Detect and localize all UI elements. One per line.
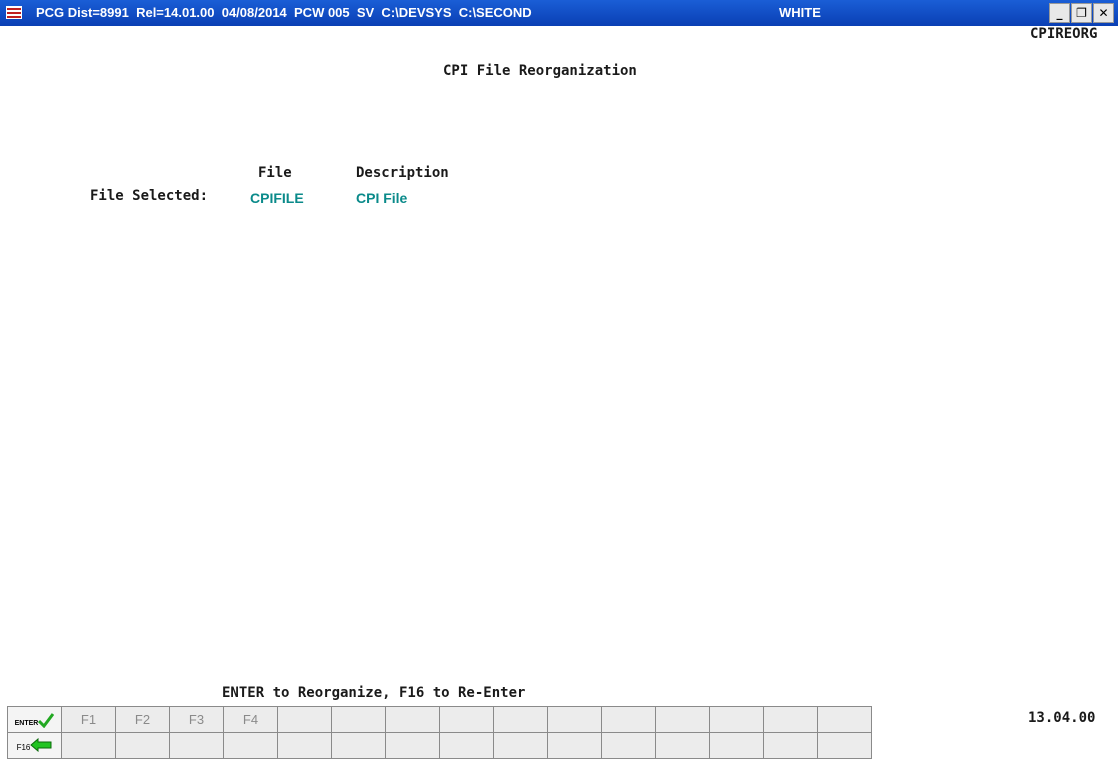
close-button[interactable]: ✕ bbox=[1093, 3, 1114, 23]
function-key-bar: ENTER F1 F2 F3 F4 F16 bbox=[7, 706, 872, 759]
fkey-blank-button[interactable] bbox=[817, 732, 872, 759]
fkey-blank-button[interactable] bbox=[439, 706, 494, 733]
fkey-blank-button[interactable] bbox=[763, 706, 818, 733]
file-column-header: File bbox=[258, 165, 292, 181]
fkey-blank-button[interactable] bbox=[763, 732, 818, 759]
f16-key-button[interactable]: F16 bbox=[7, 732, 62, 759]
fkey-blank-button[interactable] bbox=[655, 706, 710, 733]
fkey-blank-button[interactable] bbox=[331, 732, 386, 759]
fkey-blank-button[interactable] bbox=[601, 706, 656, 733]
fkey-f2-button[interactable]: F2 bbox=[115, 706, 170, 733]
back-arrow-icon bbox=[30, 737, 52, 753]
page-title: CPI File Reorganization bbox=[443, 63, 637, 79]
enter-key-label: ENTER bbox=[14, 719, 39, 727]
title-bar: PCG Dist=8991 Rel=14.01.00 04/08/2014 PC… bbox=[0, 0, 1118, 26]
fkey-f3-button[interactable]: F3 bbox=[169, 706, 224, 733]
description-column-header: Description bbox=[356, 165, 449, 181]
fkey-blank-button[interactable] bbox=[817, 706, 872, 733]
fkey-blank-button[interactable] bbox=[169, 732, 224, 759]
footer-prompt: ENTER to Reorganize, F16 to Re-Enter bbox=[222, 685, 526, 701]
fkey-blank-button[interactable] bbox=[331, 706, 386, 733]
file-selected-label: File Selected: bbox=[90, 188, 209, 204]
fkey-blank-button[interactable] bbox=[439, 732, 494, 759]
file-selected-value: CPIFILE bbox=[250, 190, 304, 206]
window-user: WHITE bbox=[779, 5, 821, 20]
file-description-value: CPI File bbox=[356, 190, 408, 206]
program-id: CPIREORG bbox=[1030, 26, 1098, 42]
fkey-blank-button[interactable] bbox=[493, 732, 548, 759]
fkey-blank-button[interactable] bbox=[547, 706, 602, 733]
app-menu-icon[interactable] bbox=[6, 6, 22, 19]
clock-time: 13.04.00 bbox=[1028, 710, 1096, 726]
fkey-blank-button[interactable] bbox=[547, 732, 602, 759]
fkey-blank-button[interactable] bbox=[385, 706, 440, 733]
fkey-blank-button[interactable] bbox=[115, 732, 170, 759]
fkey-f4-button[interactable]: F4 bbox=[223, 706, 278, 733]
fkey-blank-button[interactable] bbox=[277, 732, 332, 759]
fkey-blank-button[interactable] bbox=[493, 706, 548, 733]
window-title: PCG Dist=8991 Rel=14.01.00 04/08/2014 PC… bbox=[36, 5, 532, 20]
terminal-screen: CPIREORG CPI File Reorganization File De… bbox=[0, 26, 1118, 769]
maximize-button[interactable]: ❐ bbox=[1071, 3, 1092, 23]
fkey-blank-button[interactable] bbox=[655, 732, 710, 759]
fkey-blank-button[interactable] bbox=[709, 732, 764, 759]
minimize-button[interactable]: _ bbox=[1049, 3, 1070, 23]
fkey-blank-button[interactable] bbox=[223, 732, 278, 759]
fkey-blank-button[interactable] bbox=[709, 706, 764, 733]
enter-key-button[interactable]: ENTER bbox=[7, 706, 62, 733]
fkey-blank-button[interactable] bbox=[601, 732, 656, 759]
f16-key-label: F16 bbox=[16, 743, 31, 752]
window-controls: _ ❐ ✕ bbox=[1049, 3, 1114, 23]
checkmark-icon bbox=[38, 712, 55, 728]
fkey-f1-button[interactable]: F1 bbox=[61, 706, 116, 733]
fkey-blank-button[interactable] bbox=[385, 732, 440, 759]
fkey-blank-button[interactable] bbox=[277, 706, 332, 733]
fkey-blank-button[interactable] bbox=[61, 732, 116, 759]
